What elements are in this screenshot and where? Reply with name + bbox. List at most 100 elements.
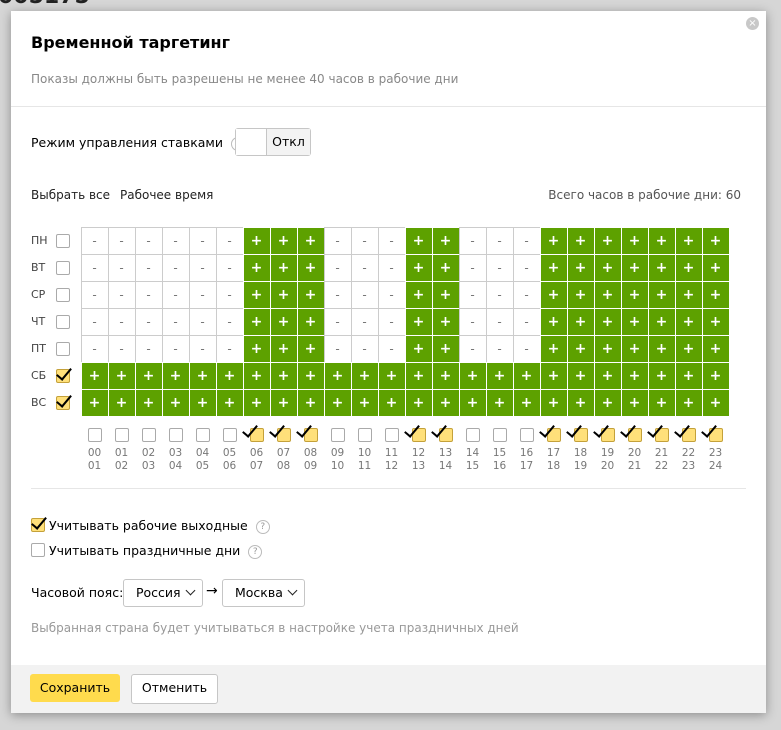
schedule-cell[interactable]: - <box>377 253 406 282</box>
schedule-cell[interactable]: - <box>512 307 541 336</box>
schedule-cell[interactable]: - <box>107 307 136 336</box>
close-icon[interactable]: × <box>746 17 759 30</box>
hour-checkbox[interactable] <box>600 428 615 442</box>
schedule-cell[interactable]: - <box>215 253 244 282</box>
bid-mode-toggle[interactable]: Откл <box>235 128 311 156</box>
hour-checkbox[interactable] <box>384 428 399 442</box>
schedule-cell[interactable]: - <box>485 226 514 255</box>
hour-checkbox[interactable] <box>168 428 183 442</box>
hour-checkbox[interactable] <box>114 428 129 442</box>
schedule-cell[interactable]: + <box>296 307 325 336</box>
schedule-cell[interactable]: + <box>593 226 622 255</box>
schedule-cell[interactable]: + <box>431 334 460 363</box>
schedule-cell[interactable]: - <box>323 334 352 363</box>
schedule-cell[interactable]: + <box>620 280 649 309</box>
schedule-cell[interactable]: + <box>377 361 406 390</box>
schedule-cell[interactable]: + <box>404 334 433 363</box>
schedule-cell[interactable]: + <box>620 388 649 417</box>
schedule-cell[interactable]: + <box>242 280 271 309</box>
schedule-cell[interactable]: + <box>701 253 730 282</box>
day-checkbox[interactable] <box>56 369 70 383</box>
holidays-checkbox[interactable] <box>31 543 45 557</box>
schedule-cell[interactable]: + <box>242 334 271 363</box>
schedule-cell[interactable]: + <box>539 361 568 390</box>
hour-checkbox[interactable] <box>573 428 588 442</box>
hour-checkbox[interactable] <box>222 428 237 442</box>
schedule-cell[interactable]: + <box>647 280 676 309</box>
schedule-cell[interactable]: + <box>620 307 649 336</box>
schedule-cell[interactable]: - <box>107 226 136 255</box>
schedule-cell[interactable]: + <box>431 307 460 336</box>
schedule-cell[interactable]: + <box>701 388 730 417</box>
schedule-cell[interactable]: - <box>323 307 352 336</box>
hour-checkbox[interactable] <box>276 428 291 442</box>
schedule-cell[interactable]: - <box>215 334 244 363</box>
hour-checkbox[interactable] <box>465 428 480 442</box>
schedule-cell[interactable]: + <box>593 307 622 336</box>
schedule-cell[interactable]: + <box>674 388 703 417</box>
hour-checkbox[interactable] <box>195 428 210 442</box>
schedule-cell[interactable]: - <box>377 307 406 336</box>
schedule-cell[interactable]: + <box>647 361 676 390</box>
schedule-cell[interactable]: + <box>323 388 352 417</box>
day-checkbox[interactable] <box>56 396 70 410</box>
schedule-cell[interactable]: - <box>458 226 487 255</box>
schedule-cell[interactable]: + <box>620 334 649 363</box>
schedule-cell[interactable]: - <box>323 226 352 255</box>
schedule-cell[interactable]: + <box>539 280 568 309</box>
schedule-cell[interactable]: + <box>242 226 271 255</box>
schedule-cell[interactable]: - <box>323 253 352 282</box>
hour-checkbox[interactable] <box>411 428 426 442</box>
schedule-cell[interactable]: - <box>215 280 244 309</box>
schedule-cell[interactable]: + <box>269 361 298 390</box>
schedule-cell[interactable]: - <box>161 280 190 309</box>
schedule-cell[interactable]: + <box>107 361 136 390</box>
schedule-cell[interactable]: + <box>701 361 730 390</box>
schedule-cell[interactable]: + <box>269 226 298 255</box>
schedule-cell[interactable]: - <box>80 334 109 363</box>
schedule-cell[interactable]: - <box>134 253 163 282</box>
schedule-cell[interactable]: - <box>188 334 217 363</box>
schedule-cell[interactable]: - <box>188 280 217 309</box>
hour-checkbox[interactable] <box>87 428 102 442</box>
schedule-cell[interactable]: + <box>539 253 568 282</box>
schedule-cell[interactable]: - <box>134 334 163 363</box>
schedule-cell[interactable]: - <box>134 280 163 309</box>
day-checkbox[interactable] <box>56 261 70 275</box>
schedule-cell[interactable]: - <box>215 226 244 255</box>
schedule-cell[interactable]: + <box>134 361 163 390</box>
schedule-cell[interactable]: + <box>647 334 676 363</box>
work-time-link[interactable]: Рабочее время <box>120 188 213 202</box>
schedule-cell[interactable]: + <box>593 280 622 309</box>
schedule-cell[interactable]: - <box>377 334 406 363</box>
save-button[interactable]: Сохранить <box>30 674 120 702</box>
schedule-cell[interactable]: - <box>161 253 190 282</box>
schedule-cell[interactable]: - <box>458 280 487 309</box>
schedule-cell[interactable]: + <box>269 280 298 309</box>
schedule-cell[interactable]: - <box>458 334 487 363</box>
schedule-cell[interactable]: + <box>377 388 406 417</box>
schedule-cell[interactable]: - <box>512 253 541 282</box>
schedule-cell[interactable]: + <box>674 226 703 255</box>
schedule-cell[interactable]: - <box>485 334 514 363</box>
schedule-cell[interactable]: + <box>566 361 595 390</box>
schedule-cell[interactable]: + <box>485 388 514 417</box>
hour-checkbox[interactable] <box>303 428 318 442</box>
schedule-cell[interactable]: + <box>566 334 595 363</box>
help-icon[interactable]: ? <box>248 544 263 559</box>
schedule-cell[interactable]: - <box>161 226 190 255</box>
schedule-cell[interactable]: - <box>485 280 514 309</box>
schedule-cell[interactable]: - <box>134 226 163 255</box>
schedule-cell[interactable]: + <box>80 361 109 390</box>
schedule-cell[interactable]: + <box>242 307 271 336</box>
schedule-cell[interactable]: + <box>701 307 730 336</box>
day-checkbox[interactable] <box>56 342 70 356</box>
schedule-cell[interactable]: + <box>431 253 460 282</box>
schedule-cell[interactable]: - <box>377 280 406 309</box>
schedule-cell[interactable]: + <box>161 388 190 417</box>
hour-checkbox[interactable] <box>627 428 642 442</box>
schedule-cell[interactable]: + <box>566 226 595 255</box>
schedule-cell[interactable]: + <box>296 334 325 363</box>
hour-checkbox[interactable] <box>141 428 156 442</box>
schedule-cell[interactable]: - <box>350 253 379 282</box>
